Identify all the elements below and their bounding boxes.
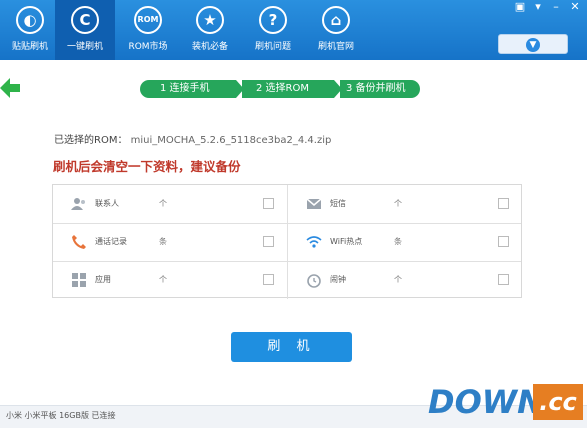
- nav-item-rom-market[interactable]: ROM ROM市场: [118, 0, 178, 60]
- item-unit: 条: [159, 237, 167, 246]
- apps-icon: [72, 273, 86, 287]
- backup-item-contacts: 联系人 个: [53, 185, 287, 223]
- back-arrow-icon[interactable]: [0, 78, 20, 98]
- nav-item-faq[interactable]: ? 刷机问题: [243, 0, 303, 60]
- backup-checkbox[interactable]: [263, 198, 274, 209]
- backup-checkbox[interactable]: [498, 236, 509, 247]
- nav-label: 装机必备: [191, 42, 228, 52]
- backup-checkbox[interactable]: [498, 274, 509, 285]
- question-icon: ?: [259, 6, 287, 34]
- alarm-icon: [307, 274, 321, 288]
- device-status: 小米 小米平板 16GB版 已连接: [6, 411, 116, 420]
- table-row: 通话记录 条 WiFi热点 条: [53, 223, 521, 262]
- rom-label: 已选择的ROM：: [54, 135, 128, 146]
- backup-item-sms: 短信 个: [287, 185, 522, 223]
- contacts-icon: [71, 198, 85, 210]
- watermark-text: DOWN: [428, 383, 544, 421]
- item-unit: 个: [394, 275, 402, 284]
- item-name: 通话记录: [95, 237, 127, 246]
- item-name: 应用: [95, 275, 111, 284]
- backup-item-call-log: 通话记录 条: [53, 223, 287, 261]
- table-row: 应用 个 闹钟 个: [53, 261, 521, 299]
- menu-icon[interactable]: ▾: [529, 0, 547, 14]
- selected-rom: 已选择的ROM： miui_MOCHA_5.2.6_5118ce3ba2_4.4…: [54, 131, 331, 146]
- item-name: 联系人: [95, 199, 119, 208]
- down-cc-watermark-logo: DOWN .cc: [428, 384, 583, 420]
- rom-filename: miui_MOCHA_5.2.6_5118ce3ba2_4.4.zip: [130, 135, 332, 146]
- step-backup-flash: 3 备份并刷机: [340, 80, 420, 98]
- step-connect-phone: 1 连接手机: [140, 80, 236, 98]
- nav-item-essentials[interactable]: ★ 装机必备: [180, 0, 240, 60]
- backup-grid: 联系人 个 短信 个 通话记录 条 WiFi热点 条 应用 个 闹钟 个: [52, 184, 522, 299]
- close-icon[interactable]: ✕: [566, 0, 584, 14]
- star-icon: ★: [196, 6, 224, 34]
- sms-icon: [306, 198, 322, 209]
- item-unit: 个: [159, 275, 167, 284]
- watermark-badge: .cc: [533, 384, 583, 420]
- nav-item-one-click-flash[interactable]: C 一键刷机: [55, 0, 115, 60]
- item-name: 短信: [330, 199, 346, 208]
- logo-icon: ◐: [16, 6, 44, 34]
- backup-item-wifi: WiFi热点 条: [287, 223, 522, 261]
- rom-icon: ROM: [134, 6, 162, 34]
- flash-button[interactable]: 刷 机: [231, 332, 352, 362]
- nav-label: 刷机官网: [317, 42, 354, 52]
- skin-icon[interactable]: ▣: [511, 0, 529, 14]
- step-select-rom: 2 选择ROM: [242, 80, 334, 98]
- nav-item-home-brand[interactable]: ◐ 贴贴刷机: [0, 0, 60, 60]
- nav-label: 刷机问题: [254, 42, 291, 52]
- backup-warning: 刷机后会清空一下资料，建议备份: [53, 159, 241, 174]
- top-toolbar: ◐ 贴贴刷机 C 一键刷机 ROM ROM市场 ★ 装机必备 ? 刷机问题 ⌂ …: [0, 0, 587, 60]
- home-icon: ⌂: [322, 6, 350, 34]
- wifi-icon: [306, 236, 322, 248]
- backup-checkbox[interactable]: [263, 274, 274, 285]
- phone-icon: [72, 235, 86, 249]
- item-name: 闹钟: [330, 275, 346, 284]
- backup-item-apps: 应用 个: [53, 261, 287, 299]
- download-icon: ▼: [526, 38, 540, 52]
- item-unit: 个: [394, 199, 402, 208]
- item-name: WiFi热点: [330, 237, 363, 246]
- backup-item-alarm: 闹钟 个: [287, 261, 522, 299]
- nav-label: 贴贴刷机: [11, 42, 48, 52]
- nav-label: ROM市场: [128, 42, 168, 52]
- item-unit: 条: [394, 237, 402, 246]
- c-icon: C: [71, 6, 99, 34]
- nav-item-website[interactable]: ⌂ 刷机官网: [306, 0, 366, 60]
- minimize-icon[interactable]: –: [547, 0, 565, 14]
- download-button[interactable]: ▼: [498, 34, 568, 54]
- item-unit: 个: [159, 199, 167, 208]
- backup-checkbox[interactable]: [263, 236, 274, 247]
- backup-checkbox[interactable]: [498, 198, 509, 209]
- table-row: 联系人 个 短信 个: [53, 185, 521, 224]
- nav-label: 一键刷机: [66, 42, 103, 52]
